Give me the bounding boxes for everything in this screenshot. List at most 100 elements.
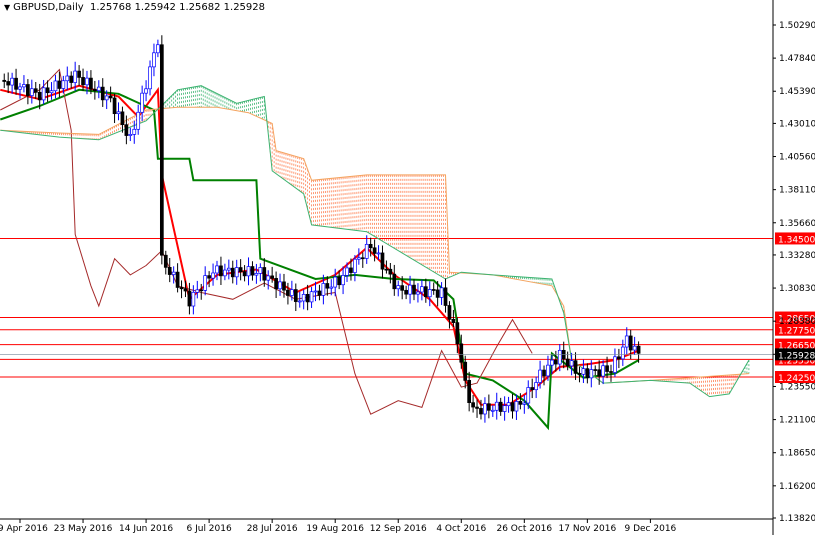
candle-body <box>329 286 334 289</box>
candle-body <box>408 284 412 295</box>
line-tenkan-sen <box>0 84 639 406</box>
candle-body <box>132 128 137 135</box>
candle-body <box>262 267 267 281</box>
candle-body <box>266 275 271 281</box>
candle-body <box>77 70 81 78</box>
candle-body <box>242 271 247 277</box>
candle-body <box>620 346 625 360</box>
candle-body <box>124 124 129 136</box>
x-tick-label: 9 Dec 2016 <box>625 524 677 534</box>
candle-body <box>581 368 586 375</box>
candle-body <box>494 401 499 411</box>
y-tick-label: 1.16200 <box>779 482 815 492</box>
candle-body <box>219 265 223 277</box>
candle-body <box>463 361 468 381</box>
x-tick-label: 4 Oct 2016 <box>436 524 486 534</box>
candle-body <box>624 335 629 348</box>
candle-body <box>207 275 211 279</box>
candle-body <box>10 77 14 86</box>
candle-body <box>514 401 519 412</box>
candle-body <box>187 290 192 307</box>
candle-body <box>510 402 515 412</box>
candle-body <box>364 243 369 259</box>
candle-body <box>171 271 176 275</box>
candle-body <box>230 267 235 278</box>
candle-body <box>128 134 133 136</box>
candle-body <box>297 300 302 303</box>
candle-body <box>412 284 416 295</box>
candle-body <box>57 80 62 89</box>
candle-body <box>309 291 314 303</box>
candle-body <box>372 247 377 254</box>
x-tick-label: 19 Aug 2016 <box>306 524 364 534</box>
candle-body <box>597 369 602 377</box>
candle-body <box>238 267 243 273</box>
candle-body <box>195 289 200 293</box>
candle-body <box>550 359 554 366</box>
candle-body <box>175 271 180 288</box>
candle-body <box>353 258 357 273</box>
candle-body <box>69 75 74 83</box>
candle-body <box>313 290 318 293</box>
candle-body <box>246 266 251 277</box>
candle-body <box>435 289 440 298</box>
price-chart[interactable]: 1.345001.286501.277501.266501.255501.242… <box>0 0 815 535</box>
candle-body <box>148 66 152 90</box>
candle-body <box>392 273 397 290</box>
candle-body <box>305 294 310 303</box>
candle-body <box>396 285 401 290</box>
candle-body <box>360 257 365 260</box>
candle-body <box>585 368 590 379</box>
x-tick-label: 23 May 2016 <box>54 524 113 534</box>
candle-body <box>636 345 641 354</box>
candle-body <box>167 266 172 275</box>
candle-body <box>215 265 219 274</box>
candle-body <box>569 360 574 367</box>
candle-body <box>498 401 503 412</box>
y-tick-label: 1.40560 <box>779 153 815 163</box>
candle-body <box>368 243 373 249</box>
candle-body <box>471 402 475 408</box>
candle-body <box>100 86 105 101</box>
candle-body <box>282 281 286 291</box>
time-axis: 29 Apr 2016 23 May 2016 14 Jun 2016 6 Jul 2… <box>0 519 677 534</box>
candle-body <box>542 369 546 377</box>
candle-body <box>487 403 491 411</box>
candle-body <box>104 95 109 101</box>
candle-body <box>274 278 278 290</box>
candle-body <box>518 401 523 405</box>
candle-body <box>577 373 582 375</box>
candle-body <box>483 403 487 415</box>
candle-body <box>49 90 54 94</box>
candle-body <box>254 273 259 276</box>
candle-body <box>479 408 483 415</box>
candle-body <box>37 91 42 101</box>
candle-body <box>199 289 204 292</box>
candle-body <box>250 266 255 276</box>
candle-body <box>522 402 527 405</box>
y-tick-label: 1.21100 <box>779 416 815 426</box>
candle-body <box>534 382 538 391</box>
candle-body <box>431 289 436 291</box>
candle-body <box>561 349 566 360</box>
candle-body <box>341 275 345 286</box>
candle-body <box>41 87 46 101</box>
candle-body <box>443 287 448 306</box>
candle-body <box>85 77 89 86</box>
candle-body <box>601 365 605 377</box>
candle-body <box>416 291 420 295</box>
candle-body <box>226 267 231 271</box>
candle-body <box>502 405 507 412</box>
candle-body <box>628 335 633 351</box>
candle-body <box>29 88 34 96</box>
candle-body <box>6 81 11 86</box>
horizontal-levels: 1.345001.286501.277501.266501.255501.242… <box>0 232 815 384</box>
candle-body <box>2 79 7 82</box>
y-tick-label: 1.38110 <box>779 186 815 196</box>
y-tick-label: 1.45390 <box>779 87 815 97</box>
candle-body <box>565 358 570 367</box>
candle-body <box>26 84 30 96</box>
y-tick-label: 1.35660 <box>779 219 815 229</box>
candle-body <box>65 75 70 82</box>
candle-body <box>459 343 464 363</box>
